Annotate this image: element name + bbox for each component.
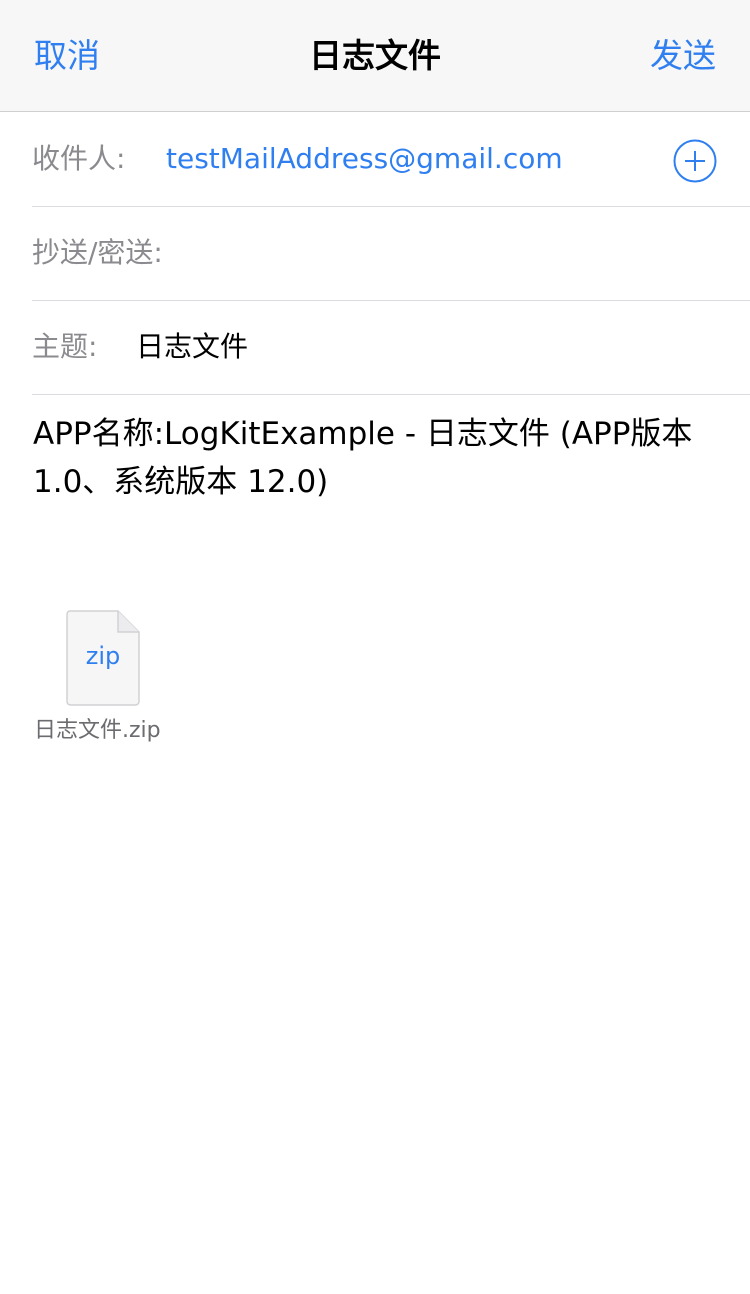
- add-recipient-button[interactable]: [673, 139, 717, 183]
- attachment-filename: 日志文件.zip: [34, 718, 161, 743]
- cc-bcc-label: 抄送/密送:: [32, 236, 163, 269]
- subject-input[interactable]: 日志文件: [136, 327, 248, 367]
- plus-circle-icon: [673, 139, 717, 183]
- subject-label: 主题:: [32, 330, 98, 363]
- send-button[interactable]: 发送: [650, 34, 716, 78]
- navigation-bar: 取消 日志文件 发送: [0, 0, 750, 112]
- mail-compose-screen: 取消 日志文件 发送 收件人: testMailAddress@gmail.co…: [0, 0, 750, 1294]
- to-label: 收件人:: [32, 142, 126, 175]
- subject-field-row[interactable]: 主题: 日志文件: [32, 301, 750, 395]
- message-body[interactable]: APP名称:LogKitExample - 日志文件 (APP版本 1.0、系统…: [33, 410, 723, 506]
- to-field-row[interactable]: 收件人: testMailAddress@gmail.com: [32, 113, 750, 207]
- attachment-item[interactable]: zip 日志文件.zip: [34, 610, 194, 750]
- cc-bcc-field-row[interactable]: 抄送/密送:: [32, 207, 750, 301]
- to-recipient[interactable]: testMailAddress@gmail.com: [166, 139, 563, 179]
- file-extension-label: zip: [85, 642, 121, 670]
- page-title: 日志文件: [309, 36, 441, 75]
